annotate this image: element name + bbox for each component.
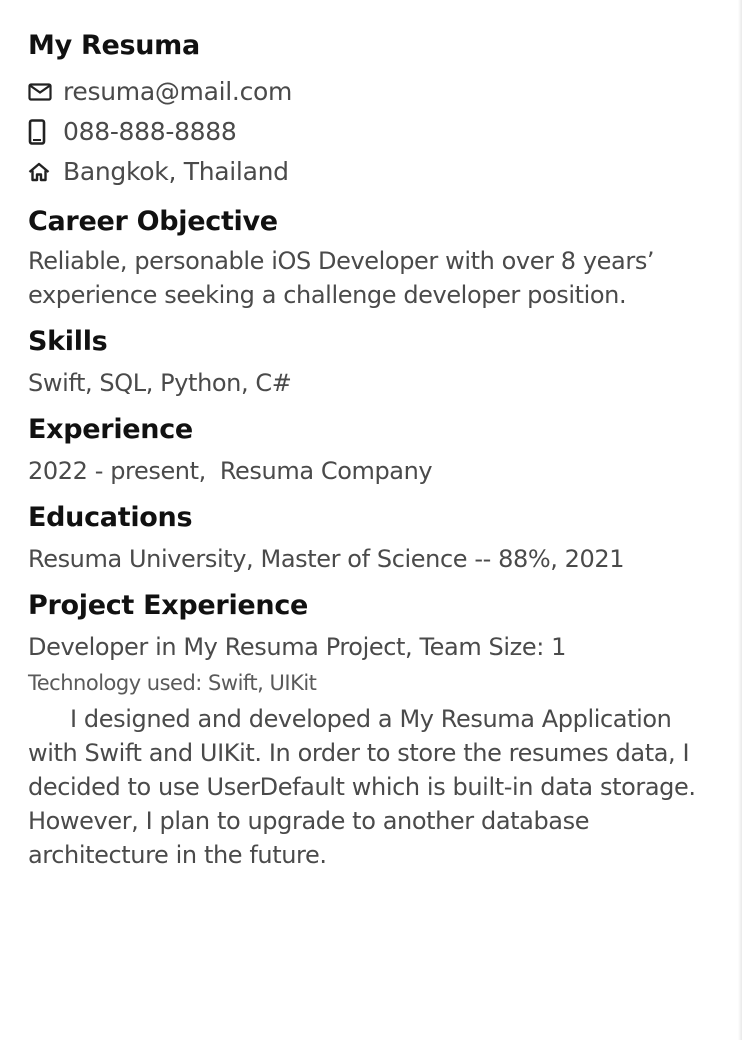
contact-email: resuma@mail.com bbox=[28, 72, 714, 112]
project-description: I designed and developed a My Resuma App… bbox=[28, 705, 696, 869]
home-icon bbox=[28, 160, 56, 184]
email-text: resuma@mail.com bbox=[63, 77, 293, 106]
educations-title: Educations bbox=[28, 502, 193, 533]
experience-title: Experience bbox=[28, 414, 193, 445]
address-text: Bangkok, Thailand bbox=[63, 157, 289, 186]
page-edge-shadow bbox=[738, 0, 742, 1040]
resume-page: My Resuma resuma@mail.com 088-888-8888 B… bbox=[0, 0, 742, 1040]
experience-row: 2022 - present, Resuma Company bbox=[28, 454, 714, 488]
phone-icon bbox=[28, 119, 56, 145]
phone-text: 088-888-8888 bbox=[63, 117, 237, 146]
project-role: Developer in My Resuma Project, Team Siz… bbox=[28, 633, 566, 661]
contact-phone: 088-888-8888 bbox=[28, 112, 714, 152]
resume-name: My Resuma bbox=[28, 30, 200, 61]
experience-company: Resuma Company bbox=[219, 457, 433, 485]
career-objective-title: Career Objective bbox=[28, 206, 278, 237]
career-objective-text: Reliable, personable iOS Developer with … bbox=[28, 247, 655, 309]
skills-title: Skills bbox=[28, 326, 108, 357]
skills-text: Swift, SQL, Python, C# bbox=[28, 369, 292, 397]
mail-icon bbox=[28, 80, 56, 104]
project-technology: Technology used: Swift, UIKit bbox=[28, 671, 317, 695]
contact-address: Bangkok, Thailand bbox=[28, 152, 714, 192]
educations-text: Resuma University, Master of Science -- … bbox=[28, 545, 625, 573]
experience-period: 2022 - present, bbox=[28, 457, 206, 485]
project-experience-title: Project Experience bbox=[28, 590, 309, 621]
